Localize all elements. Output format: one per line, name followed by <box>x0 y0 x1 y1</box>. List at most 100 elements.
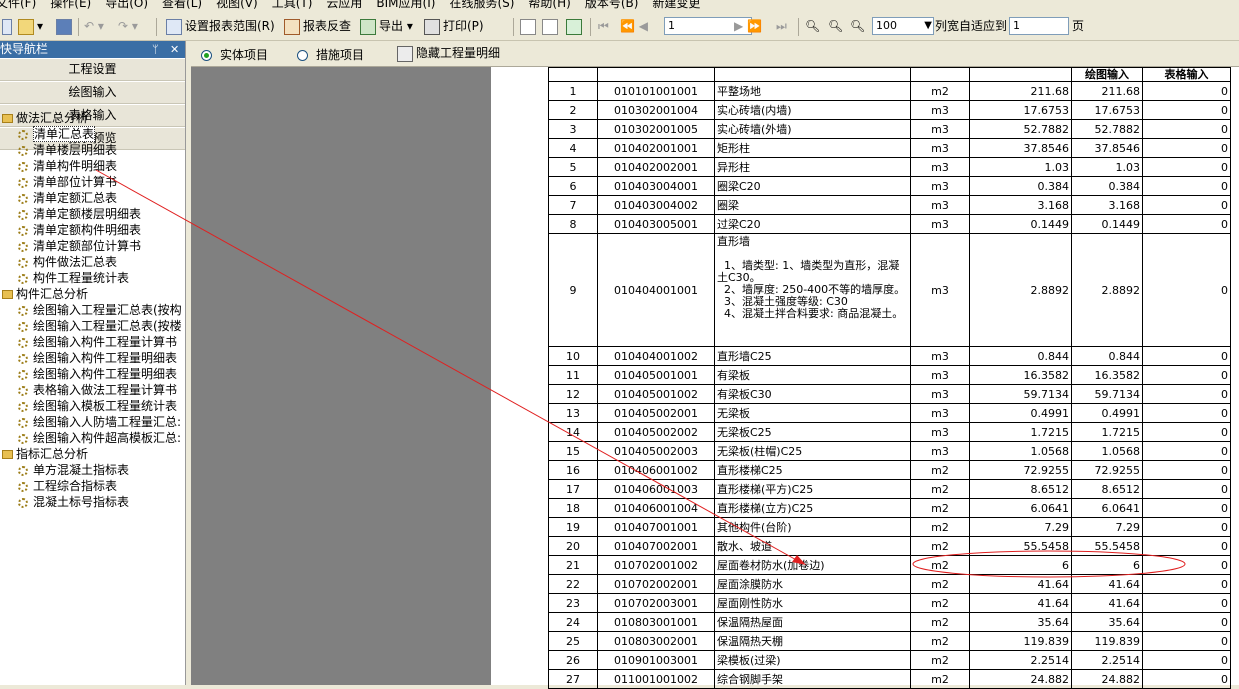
table-row[interactable]: 4 010402001001 矩形柱 m3 37.8546 37.8546 0 <box>548 138 1231 158</box>
tree-item[interactable]: 绘图输入模板工程量统计表 <box>0 398 185 414</box>
table-cell: m3 <box>910 384 970 404</box>
table-cell: m3 <box>910 422 970 442</box>
menu-item-8[interactable]: 在线服务(S) <box>449 0 514 10</box>
nav-button-1[interactable]: 绘图输入 <box>0 81 185 104</box>
hide-detail-button[interactable]: 隐藏工程量明细 <box>397 44 500 62</box>
tree-item[interactable]: 绘图输入构件工程量明细表 <box>0 366 185 382</box>
menu-item-10[interactable]: 版本号(B) <box>585 0 639 10</box>
menu-item-7[interactable]: BIM应用(I) <box>376 0 435 10</box>
table-row[interactable]: 8 010403005001 过梁C20 m3 0.1449 0.1449 0 <box>548 214 1231 234</box>
table-cell: 7 <box>548 195 598 215</box>
nav-button-0[interactable]: 工程设置 <box>0 58 185 81</box>
table-row[interactable]: 12 010405001002 有梁板C30 m3 59.7134 59.7134 0 <box>548 384 1231 404</box>
tree-item[interactable]: 绘图输入构件工程量计算书 <box>0 334 185 350</box>
table-row[interactable]: 5 010402002001 异形柱 m3 1.03 1.03 0 <box>548 157 1231 177</box>
undo-icon[interactable]: ↶ ▾ <box>84 16 104 36</box>
export-button[interactable]: 导出 ▾ <box>360 16 413 36</box>
menu-item-2[interactable]: 导出(O) <box>105 0 148 10</box>
save-icon[interactable] <box>56 16 75 36</box>
zoom-fit-icon[interactable]: 🔍︎ <box>850 16 865 36</box>
last-page-icon[interactable]: ⏭ <box>776 16 787 36</box>
tree-item[interactable]: 清单定额部位计算书 <box>0 238 185 254</box>
tab-entity[interactable]: 实体项目 <box>201 46 268 63</box>
menu-item-6[interactable]: 云应用 <box>326 0 362 10</box>
report-check-button[interactable]: 报表反查 <box>284 16 351 36</box>
table-row[interactable]: 15 010405002003 无梁板(柱帽)C25 m3 1.0568 1.0568 0 <box>548 441 1231 461</box>
tree-item[interactable]: 绘图输入人防墙工程量汇总: <box>0 414 185 430</box>
table-cell: 24.882 <box>1071 669 1143 689</box>
tree-item[interactable]: 清单构件明细表 <box>0 158 185 174</box>
table-row[interactable]: 6 010403004001 圈梁C20 m3 0.384 0.384 0 <box>548 176 1231 196</box>
tree-item[interactable]: 混凝土标号指标表 <box>0 494 185 510</box>
tree-item-label: 绘图输入构件工程量明细表 <box>33 351 178 365</box>
table-row[interactable]: 1 010101001001 平整场地 m2 211.68 211.68 0 <box>548 81 1231 101</box>
double-page-icon[interactable] <box>542 16 561 36</box>
tree-item[interactable]: 绘图输入工程量汇总表(按构 <box>0 302 185 318</box>
tree-item[interactable]: 绘图输入构件超高模板汇总: <box>0 430 185 446</box>
tree-item[interactable]: 清单部位计算书 <box>0 174 185 190</box>
table-row[interactable]: 26 010901003001 梁模板(过梁) m2 2.2514 2.2514 0 <box>548 650 1231 670</box>
multi-page-icon[interactable] <box>566 16 585 36</box>
table-row[interactable]: 20 010407002001 散水、坡道 m2 55.5458 55.5458 0 <box>548 536 1231 556</box>
table-cell: 010402002001 <box>597 157 715 177</box>
table-row[interactable]: 17 010406001003 直形楼梯(平方)C25 m2 8.6512 8.6512 0 <box>548 479 1231 499</box>
tree-group[interactable]: 做法汇总分析 <box>0 110 185 126</box>
menu-item-5[interactable]: 工具(T) <box>272 0 313 10</box>
single-page-icon[interactable] <box>520 16 539 36</box>
tree-item[interactable]: 单方混凝土指标表 <box>0 462 185 478</box>
prev-page-icon[interactable]: ⏪ ◀ <box>620 16 648 36</box>
tree-item[interactable]: 构件工程量统计表 <box>0 270 185 286</box>
tree-item[interactable]: 清单定额汇总表 <box>0 190 185 206</box>
tree-item[interactable]: 绘图输入工程量汇总表(按楼 <box>0 318 185 334</box>
tree-item[interactable]: 清单汇总表 <box>0 126 185 142</box>
table-row[interactable]: 27 011001001002 综合钢脚手架 m2 24.882 24.882 0 <box>548 669 1231 689</box>
tree-item[interactable]: 清单定额构件明细表 <box>0 222 185 238</box>
table-row[interactable]: 25 010803002001 保温隔热天棚 m2 119.839 119.839 0 <box>548 631 1231 651</box>
tree-item-label: 绘图输入人防墙工程量汇总: <box>33 415 182 429</box>
zoom-out-icon[interactable]: 🔍︎ <box>828 16 843 36</box>
set-range-button[interactable]: 设置报表范围(R) <box>166 16 275 36</box>
table-row[interactable]: 22 010702002001 屋面涂膜防水 m2 41.64 41.64 0 <box>548 574 1231 594</box>
zoom-in-icon[interactable]: 🔍︎ <box>805 16 820 36</box>
redo-icon[interactable]: ↷ ▾ <box>118 16 138 36</box>
table-row[interactable]: 10 010404001002 直形墙C25 m3 0.844 0.844 0 <box>548 346 1231 366</box>
table-row[interactable]: 13 010405002001 无梁板 m3 0.4991 0.4991 0 <box>548 403 1231 423</box>
table-row[interactable]: 14 010405002002 无梁板C25 m3 1.7215 1.7215 0 <box>548 422 1231 442</box>
first-page-icon[interactable]: ⏮ <box>598 16 609 36</box>
table-row[interactable]: 9 010404001001 直形墙 1、墙类型: 1、墙类型为直形，混凝土C30。… <box>548 233 1231 347</box>
tree-item[interactable]: 表格输入做法工程量计算书 <box>0 382 185 398</box>
table-row[interactable]: 18 010406001004 直形楼梯(立方)C25 m2 6.0641 6.0641 0 <box>548 498 1231 518</box>
fit-pages-input[interactable]: 1 <box>1009 17 1069 35</box>
menu-item-3[interactable]: 查看(L) <box>162 0 202 10</box>
table-row[interactable]: 23 010702003001 屋面刚性防水 m2 41.64 41.64 0 <box>548 593 1231 613</box>
table-row[interactable]: 11 010405001001 有梁板 m3 16.3582 16.3582 0 <box>548 365 1231 385</box>
tree-group[interactable]: 构件汇总分析 <box>0 286 185 302</box>
table-row[interactable]: 24 010803001001 保温隔热屋面 m2 35.64 35.64 0 <box>548 612 1231 632</box>
tree-item[interactable]: 工程综合指标表 <box>0 478 185 494</box>
tree-item[interactable]: 清单楼层明细表 <box>0 142 185 158</box>
tree-item[interactable]: 绘图输入构件工程量明细表 <box>0 350 185 366</box>
table-row[interactable]: 7 010403004002 圈梁 m3 3.168 3.168 0 <box>548 195 1231 215</box>
tree-item[interactable]: 清单定额楼层明细表 <box>0 206 185 222</box>
close-icon[interactable]: ✕ <box>170 41 179 58</box>
print-button[interactable]: 打印(P) <box>424 16 484 36</box>
tree-item[interactable]: 构件做法汇总表 <box>0 254 185 270</box>
new-icon[interactable] <box>2 16 15 36</box>
menu-item-9[interactable]: 帮助(H) <box>528 0 570 10</box>
table-row[interactable]: 21 010702001002 屋面卷材防水(加卷边) m2 6 6 0 <box>548 555 1231 575</box>
menu-item-11[interactable]: 新建变更 <box>652 0 700 10</box>
zoom-select[interactable]: 100 ▼ <box>872 17 934 35</box>
table-row[interactable]: 19 010407001001 其他构件(台阶) m2 7.29 7.29 0 <box>548 517 1231 537</box>
pin-icon[interactable]: ᛘ <box>152 41 159 58</box>
tree-group[interactable]: 指标汇总分析 <box>0 446 185 462</box>
table-row[interactable]: 16 010406001002 直形楼梯C25 m2 72.9255 72.9255 0 <box>548 460 1231 480</box>
open-icon[interactable]: ▾ <box>18 16 43 36</box>
table-cell: 0 <box>1142 233 1231 347</box>
next-page-icon[interactable]: ▶ ⏩ <box>734 16 762 36</box>
table-row[interactable]: 2 010302001004 实心砖墙(内墙) m3 17.6753 17.6753 0 <box>548 100 1231 120</box>
menu-item-4[interactable]: 视图(V) <box>216 0 258 10</box>
tab-measure[interactable]: 措施项目 <box>297 46 364 63</box>
menu-item-0[interactable]: 文件(F) <box>0 0 36 10</box>
table-row[interactable]: 3 010302001005 实心砖墙(外墙) m3 52.7882 52.7882 0 <box>548 119 1231 139</box>
menu-item-1[interactable]: 操作(E) <box>50 0 91 10</box>
